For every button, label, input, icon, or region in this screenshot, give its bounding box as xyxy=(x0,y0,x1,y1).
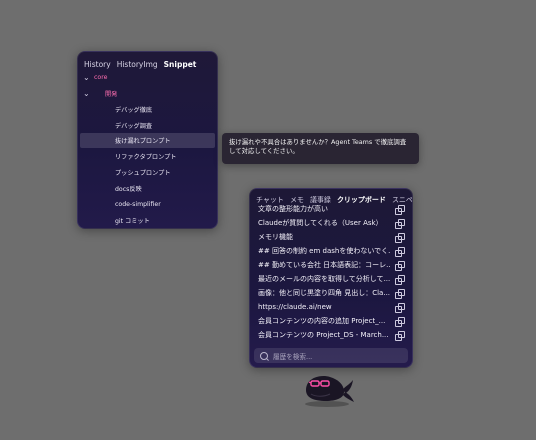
tree-item[interactable]: デバッグ徹底 xyxy=(80,102,215,117)
clipboard-item-text: 画像：他と同じ黒塗り四角 見出し：Cla... xyxy=(258,289,390,297)
chevron-down-icon: ⌄ xyxy=(83,72,90,82)
clipboard-item-text: ## 回答の制約 em dashを使わないでく... xyxy=(258,247,390,255)
tree-item-label: git コミット xyxy=(115,218,150,225)
chevron-down-icon: ⌄ xyxy=(83,88,90,98)
copy-icon[interactable] xyxy=(395,288,405,299)
clipboard-item[interactable]: メモリ機能 xyxy=(258,230,405,244)
clipboard-item[interactable]: 最近のメールの内容を取得して分析して... xyxy=(258,272,405,286)
tree-item[interactable]: リファクタプロンプト xyxy=(80,149,215,164)
tab-history[interactable]: History xyxy=(84,60,111,69)
clipboard-item[interactable]: 文章の整形能力が高い xyxy=(258,202,405,216)
tree-item-label: code-simplifier xyxy=(115,201,161,208)
tree-item[interactable]: git コミット xyxy=(80,213,215,228)
tree-item-label: プッシュプロンプト xyxy=(115,170,171,177)
search-placeholder: 履歴を検索... xyxy=(273,352,313,361)
copy-icon[interactable] xyxy=(395,302,405,313)
clipboard-item-text: 会員コンテンツの内容の追加 Project_... xyxy=(258,317,386,325)
whale-mascot-icon[interactable] xyxy=(298,368,356,408)
copy-icon[interactable] xyxy=(395,218,405,229)
clipboard-item-text: Claudeが質問してくれる（User Ask） xyxy=(258,219,383,227)
clipboard-item-text: https://claude.ai/new xyxy=(258,303,332,311)
clipboard-panel: チャット メモ 議事録 クリップボード スニペ 文章の整形能力が高い Claud… xyxy=(249,188,413,368)
tree-item-label: デバッグ調査 xyxy=(115,123,153,130)
clipboard-item[interactable]: 会員コンテンツの内容の追加 Project_... xyxy=(258,314,405,328)
clipboard-item[interactable]: 会員コンテンツの Project_DS - March... xyxy=(258,328,405,342)
clipboard-item[interactable]: 画像：他と同じ黒塗り四角 見出し：Cla... xyxy=(258,286,405,300)
copy-icon[interactable] xyxy=(395,316,405,327)
tree-item[interactable]: デバッグ調査 xyxy=(80,118,215,133)
tab-snippet[interactable]: Snippet xyxy=(164,60,197,69)
tree-item[interactable]: docs反映 xyxy=(80,181,215,196)
tree-item-label: リファクタプロンプト xyxy=(115,154,177,161)
tree-item-label: 抜け漏れプロンプト xyxy=(115,138,171,145)
tooltip-line: 抜け漏れや不具合はありませんか？Agent Teams で徹底調査 xyxy=(229,138,407,146)
clipboard-item[interactable]: ## 勤めている会社 日本語表記：コーレ... xyxy=(258,258,405,272)
clipboard-item[interactable]: https://claude.ai/new xyxy=(258,300,405,314)
copy-icon[interactable] xyxy=(395,260,405,271)
tree-folder-label: 開発 xyxy=(105,91,118,98)
tab-history-img[interactable]: HistoryImg xyxy=(117,60,158,69)
copy-icon[interactable] xyxy=(395,204,405,215)
tooltip-line: して対応してください。 xyxy=(229,147,299,155)
clipboard-item[interactable]: ## 回答の制約 em dashを使わないでく... xyxy=(258,244,405,258)
tree-item-label: デバッグ徹底 xyxy=(115,107,153,114)
copy-icon[interactable] xyxy=(395,274,405,285)
copy-icon[interactable] xyxy=(395,232,405,243)
history-search-input[interactable]: 履歴を検索... xyxy=(254,348,408,363)
clipboard-item-text: 最近のメールの内容を取得して分析して... xyxy=(258,275,390,283)
clipboard-item-text: ## 勤めている会社 日本語表記：コーレ... xyxy=(258,261,390,269)
clipboard-item[interactable]: Claudeが質問してくれる（User Ask） xyxy=(258,216,405,230)
snippet-panel-tabs: History HistoryImg Snippet xyxy=(78,52,217,72)
tree-item[interactable]: プッシュプロンプト xyxy=(80,165,215,180)
copy-icon[interactable] xyxy=(395,330,405,341)
snippet-preview-tooltip: 抜け漏れや不具合はありませんか？Agent Teams で徹底調査 して対応して… xyxy=(222,133,419,164)
tree-folder-dev[interactable]: ⌄ 開発 xyxy=(80,86,215,101)
tree-item[interactable]: code-simplifier xyxy=(80,197,215,212)
tree-item-label: docs反映 xyxy=(115,186,142,193)
copy-icon[interactable] xyxy=(395,246,405,257)
snippet-panel: History HistoryImg Snippet ⌄ core ⌄ 開発 デ… xyxy=(77,51,218,229)
tree-folder-core[interactable]: ⌄ core xyxy=(80,70,215,85)
tree-item-selected[interactable]: 抜け漏れプロンプト xyxy=(80,133,215,148)
clipboard-item-text: 文章の整形能力が高い xyxy=(258,205,328,213)
clipboard-item-text: 会員コンテンツの Project_DS - March... xyxy=(258,331,389,339)
clipboard-item-text: メモリ機能 xyxy=(258,233,293,241)
search-icon xyxy=(260,351,268,360)
tree-folder-label: core xyxy=(94,74,108,81)
